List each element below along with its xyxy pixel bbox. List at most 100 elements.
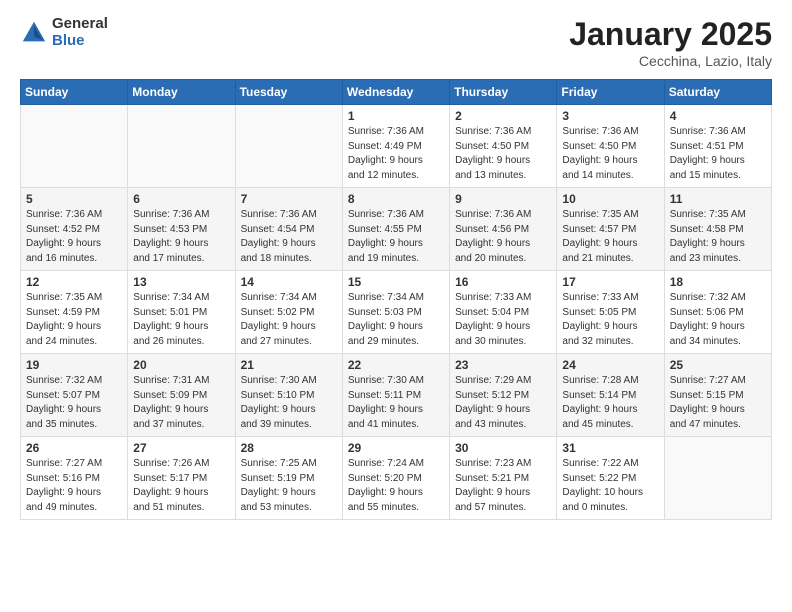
week-row-5: 26 Sunrise: 7:27 AM Sunset: 5:16 PM Dayli… — [21, 437, 772, 520]
day-info: Sunrise: 7:23 AM Sunset: 5:21 PM Dayligh… — [455, 457, 551, 515]
day-info: Sunrise: 7:32 AM Sunset: 5:06 PM Dayligh… — [670, 291, 766, 349]
calendar-cell: 29Sunrise: 7:24 AM Sunset: 5:20 PM Dayli… — [342, 437, 449, 520]
title-month: January 2025 — [569, 16, 772, 53]
calendar-cell: 1 Sunrise: 7:36 AM Sunset: 4:49 PM Daylig… — [342, 105, 449, 188]
calendar-cell: 21 Sunrise: 7:30 AM Sunset: 5:10 PM Dayli… — [235, 354, 342, 437]
day-info: Sunrise: 7:27 AM Sunset: 5:16 PM Dayligh… — [26, 457, 122, 515]
title-location: Cecchina, Lazio, Italy — [569, 53, 772, 69]
weekday-header-monday: Monday — [128, 80, 235, 105]
day-number: 17 — [562, 275, 658, 289]
week-row-1: 1 Sunrise: 7:36 AM Sunset: 4:49 PM Daylig… — [21, 105, 772, 188]
calendar-cell: 10 Sunrise: 7:35 AM Sunset: 4:57 PM Dayli… — [557, 188, 664, 271]
day-number: 10 — [562, 192, 658, 206]
calendar-cell: 28 Sunrise: 7:25 AM Sunset: 5:19 PM Dayli… — [235, 437, 342, 520]
calendar-cell: 9Sunrise: 7:36 AM Sunset: 4:56 PM Daylig… — [450, 188, 557, 271]
day-number: 7 — [241, 192, 337, 206]
page: General Blue January 2025 Cecchina, Lazi… — [0, 0, 792, 612]
logo-text: General Blue — [52, 16, 108, 49]
weekday-header-friday: Friday — [557, 80, 664, 105]
day-number: 2 — [455, 109, 551, 123]
week-row-3: 12 Sunrise: 7:35 AM Sunset: 4:59 PM Dayli… — [21, 271, 772, 354]
day-info: Sunrise: 7:34 AM Sunset: 5:03 PM Dayligh… — [348, 291, 444, 349]
day-number: 23 — [455, 358, 551, 372]
calendar-cell — [21, 105, 128, 188]
day-number: 14 — [241, 275, 337, 289]
day-info: Sunrise: 7:35 AM Sunset: 4:59 PM Dayligh… — [26, 291, 122, 349]
day-number: 31 — [562, 441, 658, 455]
day-number: 24 — [562, 358, 658, 372]
title-block: January 2025 Cecchina, Lazio, Italy — [569, 16, 772, 69]
day-number: 27 — [133, 441, 229, 455]
calendar-cell — [664, 437, 771, 520]
day-number: 13 — [133, 275, 229, 289]
calendar-cell: 8Sunrise: 7:36 AM Sunset: 4:55 PM Daylig… — [342, 188, 449, 271]
logo-blue: Blue — [52, 33, 108, 50]
calendar-cell: 30Sunrise: 7:23 AM Sunset: 5:21 PM Dayli… — [450, 437, 557, 520]
logo-general: General — [52, 16, 108, 33]
day-number: 20 — [133, 358, 229, 372]
week-row-4: 19 Sunrise: 7:32 AM Sunset: 5:07 PM Dayli… — [21, 354, 772, 437]
day-number: 19 — [26, 358, 122, 372]
calendar-cell: 3Sunrise: 7:36 AM Sunset: 4:50 PM Daylig… — [557, 105, 664, 188]
calendar-cell: 12 Sunrise: 7:35 AM Sunset: 4:59 PM Dayli… — [21, 271, 128, 354]
calendar-cell: 14 Sunrise: 7:34 AM Sunset: 5:02 PM Dayli… — [235, 271, 342, 354]
calendar-cell: 16 Sunrise: 7:33 AM Sunset: 5:04 PM Dayli… — [450, 271, 557, 354]
day-number: 28 — [241, 441, 337, 455]
calendar-cell: 25Sunrise: 7:27 AM Sunset: 5:15 PM Dayli… — [664, 354, 771, 437]
calendar-cell: 24 Sunrise: 7:28 AM Sunset: 5:14 PM Dayli… — [557, 354, 664, 437]
day-info: Sunrise: 7:35 AM Sunset: 4:57 PM Dayligh… — [562, 208, 658, 266]
day-info: Sunrise: 7:34 AM Sunset: 5:02 PM Dayligh… — [241, 291, 337, 349]
calendar-cell: 18 Sunrise: 7:32 AM Sunset: 5:06 PM Dayli… — [664, 271, 771, 354]
calendar-cell: 17 Sunrise: 7:33 AM Sunset: 5:05 PM Dayli… — [557, 271, 664, 354]
day-info: Sunrise: 7:36 AM Sunset: 4:52 PM Dayligh… — [26, 208, 122, 266]
calendar-cell: 7Sunrise: 7:36 AM Sunset: 4:54 PM Daylig… — [235, 188, 342, 271]
calendar-cell: 27 Sunrise: 7:26 AM Sunset: 5:17 PM Dayli… — [128, 437, 235, 520]
day-info: Sunrise: 7:30 AM Sunset: 5:11 PM Dayligh… — [348, 374, 444, 432]
calendar-cell: 19 Sunrise: 7:32 AM Sunset: 5:07 PM Dayli… — [21, 354, 128, 437]
weekday-header-sunday: Sunday — [21, 80, 128, 105]
day-number: 18 — [670, 275, 766, 289]
logo-icon — [20, 19, 48, 47]
day-number: 12 — [26, 275, 122, 289]
day-info: Sunrise: 7:31 AM Sunset: 5:09 PM Dayligh… — [133, 374, 229, 432]
calendar-cell: 20 Sunrise: 7:31 AM Sunset: 5:09 PM Dayli… — [128, 354, 235, 437]
day-info: Sunrise: 7:35 AM Sunset: 4:58 PM Dayligh… — [670, 208, 766, 266]
day-info: Sunrise: 7:33 AM Sunset: 5:04 PM Dayligh… — [455, 291, 551, 349]
calendar-cell: 2 Sunrise: 7:36 AM Sunset: 4:50 PM Daylig… — [450, 105, 557, 188]
day-number: 26 — [26, 441, 122, 455]
day-info: Sunrise: 7:36 AM Sunset: 4:53 PM Dayligh… — [133, 208, 229, 266]
day-number: 1 — [348, 109, 444, 123]
day-info: Sunrise: 7:32 AM Sunset: 5:07 PM Dayligh… — [26, 374, 122, 432]
day-info: Sunrise: 7:27 AM Sunset: 5:15 PM Dayligh… — [670, 374, 766, 432]
day-number: 22 — [348, 358, 444, 372]
day-info: Sunrise: 7:36 AM Sunset: 4:55 PM Dayligh… — [348, 208, 444, 266]
header: General Blue January 2025 Cecchina, Lazi… — [20, 16, 772, 69]
day-number: 29 — [348, 441, 444, 455]
weekday-header-wednesday: Wednesday — [342, 80, 449, 105]
day-info: Sunrise: 7:36 AM Sunset: 4:50 PM Dayligh… — [455, 125, 551, 183]
day-number: 5 — [26, 192, 122, 206]
day-info: Sunrise: 7:25 AM Sunset: 5:19 PM Dayligh… — [241, 457, 337, 515]
calendar-cell — [128, 105, 235, 188]
day-info: Sunrise: 7:34 AM Sunset: 5:01 PM Dayligh… — [133, 291, 229, 349]
calendar-cell: 13 Sunrise: 7:34 AM Sunset: 5:01 PM Dayli… — [128, 271, 235, 354]
day-info: Sunrise: 7:26 AM Sunset: 5:17 PM Dayligh… — [133, 457, 229, 515]
day-number: 4 — [670, 109, 766, 123]
day-info: Sunrise: 7:30 AM Sunset: 5:10 PM Dayligh… — [241, 374, 337, 432]
calendar-cell: 11 Sunrise: 7:35 AM Sunset: 4:58 PM Dayli… — [664, 188, 771, 271]
day-number: 15 — [348, 275, 444, 289]
day-number: 9 — [455, 192, 551, 206]
day-info: Sunrise: 7:28 AM Sunset: 5:14 PM Dayligh… — [562, 374, 658, 432]
day-number: 3 — [562, 109, 658, 123]
day-number: 16 — [455, 275, 551, 289]
calendar-cell: 26 Sunrise: 7:27 AM Sunset: 5:16 PM Dayli… — [21, 437, 128, 520]
day-number: 11 — [670, 192, 766, 206]
day-info: Sunrise: 7:36 AM Sunset: 4:49 PM Dayligh… — [348, 125, 444, 183]
day-info: Sunrise: 7:22 AM Sunset: 5:22 PM Dayligh… — [562, 457, 658, 515]
day-number: 21 — [241, 358, 337, 372]
week-row-2: 5 Sunrise: 7:36 AM Sunset: 4:52 PM Daylig… — [21, 188, 772, 271]
calendar-cell: 6Sunrise: 7:36 AM Sunset: 4:53 PM Daylig… — [128, 188, 235, 271]
day-info: Sunrise: 7:29 AM Sunset: 5:12 PM Dayligh… — [455, 374, 551, 432]
day-info: Sunrise: 7:33 AM Sunset: 5:05 PM Dayligh… — [562, 291, 658, 349]
calendar-cell: 4Sunrise: 7:36 AM Sunset: 4:51 PM Daylig… — [664, 105, 771, 188]
